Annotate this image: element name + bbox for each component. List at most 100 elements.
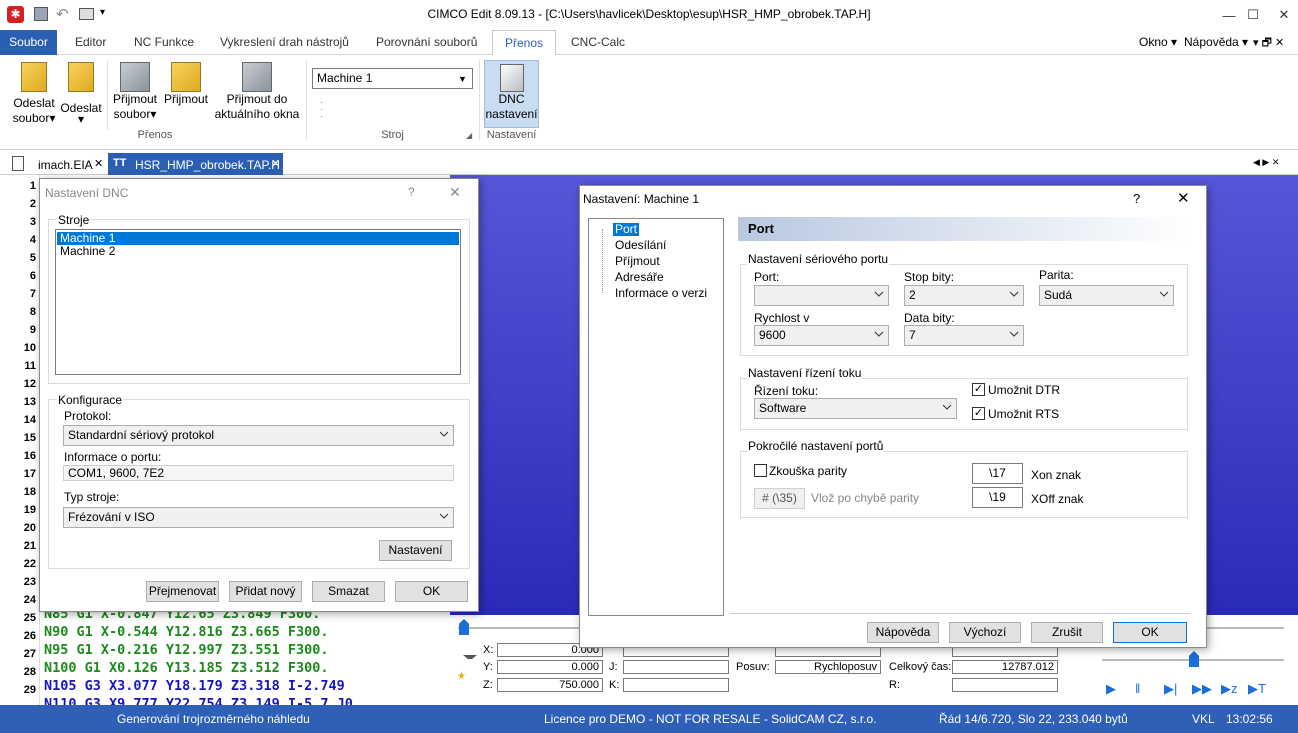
- line-number: 21: [23, 540, 36, 552]
- machine-settings-button[interactable]: Nastavení: [379, 540, 452, 561]
- help-dialog-button[interactable]: Nápověda: [867, 622, 939, 643]
- step-z-icon[interactable]: ▶z: [1221, 681, 1238, 697]
- step-tool-icon[interactable]: ▶T: [1248, 681, 1266, 697]
- tree-item-directories[interactable]: Adresáře: [615, 270, 664, 284]
- list-item-machine-1[interactable]: Machine 1: [57, 232, 459, 245]
- stop-bits-select[interactable]: 2: [904, 285, 1024, 306]
- tab-compare[interactable]: Porovnání souborů: [364, 30, 489, 55]
- machine-type-select[interactable]: Frézování v ISO: [63, 507, 454, 528]
- cancel-button[interactable]: Zrušit: [1031, 622, 1103, 643]
- tree-item-sending[interactable]: Odesílání: [615, 238, 666, 252]
- defaults-button[interactable]: Výchozí: [949, 622, 1021, 643]
- close-button[interactable]: ✕: [1261, 0, 1298, 30]
- add-new-button[interactable]: Přidat nový: [229, 581, 302, 602]
- parity-char-field[interactable]: # (\35): [754, 488, 805, 509]
- step-icon[interactable]: ▶|: [1164, 681, 1177, 697]
- data-bits-select[interactable]: 7: [904, 325, 1024, 346]
- line-number: 28: [23, 666, 36, 678]
- speed-select[interactable]: 9600: [754, 325, 889, 346]
- receive-to-window-label-2: aktuálního okna: [214, 107, 300, 121]
- code-line[interactable]: N105 G3 X3.077 Y18.179 Z3.318 I-2.749: [44, 677, 450, 695]
- stop-bits-label: Stop bity:: [904, 270, 955, 284]
- port-info-value: COM1, 9600, 7E2: [68, 466, 165, 480]
- dnc-settings-label-1: DNC: [498, 92, 525, 106]
- receive-file-button[interactable]: Přijmout soubor▾: [110, 60, 160, 130]
- line-number: 3: [29, 216, 36, 228]
- group-settings-label: Nastavení: [486, 129, 537, 141]
- tab-cnc-calc[interactable]: CNC-Calc: [559, 30, 637, 55]
- tree-item-port[interactable]: Port: [613, 223, 640, 236]
- help-button[interactable]: ?: [408, 185, 415, 199]
- protocol-select[interactable]: Standardní sériový protokol: [63, 425, 454, 446]
- tab-nc-functions[interactable]: NC Funkce: [122, 30, 206, 55]
- send-file-label-2-text: soubor: [12, 111, 50, 125]
- speed-slider-thumb-icon[interactable]: [1189, 651, 1199, 667]
- code-line[interactable]: N100 G1 X0.126 Y13.185 Z3.512 F300.: [44, 659, 450, 677]
- ok-button[interactable]: OK: [1113, 622, 1187, 643]
- help-button[interactable]: ?: [1133, 191, 1140, 206]
- line-number: 17: [23, 468, 36, 480]
- doc-tab-hsr[interactable]: TT HSR_HMP_obrobek.TAP.H ✕: [108, 153, 283, 175]
- machine-select-value: Machine 1: [317, 71, 373, 85]
- rename-button[interactable]: Přejmenovat: [146, 581, 219, 602]
- close-button[interactable]: ✕: [449, 184, 461, 201]
- tab-editor[interactable]: Editor: [63, 30, 118, 55]
- send-button[interactable]: Odeslat ▾: [60, 60, 102, 130]
- drag-handle-icon[interactable]: · · ·: [320, 98, 323, 122]
- port-select[interactable]: [754, 285, 889, 306]
- parity-value: Sudá: [1044, 288, 1073, 302]
- tab-backplot[interactable]: Vykreslení drah nástrojů: [208, 30, 361, 55]
- line-number: 6: [29, 270, 36, 282]
- dnc-settings-button[interactable]: DNC nastavení: [484, 60, 539, 128]
- chevron-down-icon: [1159, 291, 1169, 297]
- ok-button[interactable]: OK: [395, 581, 468, 602]
- parity-test-checkbox[interactable]: [754, 464, 767, 477]
- slider-thumb-icon[interactable]: [459, 619, 469, 635]
- pause-icon[interactable]: ‖: [1135, 681, 1140, 696]
- close-icon[interactable]: ✕: [271, 157, 280, 170]
- machine-select[interactable]: Machine 1 ▼: [312, 68, 473, 89]
- protocol-select-value: Standardní sériový protokol: [68, 428, 215, 442]
- dnc-settings-icon: [499, 64, 524, 92]
- xon-field[interactable]: \17: [972, 463, 1023, 484]
- code-line[interactable]: N90 G1 X-0.544 Y12.816 Z3.665 F300.: [44, 623, 450, 641]
- send-file-button[interactable]: Odeslat soubor▾: [8, 60, 60, 130]
- tree-item-receiving[interactable]: Příjmout: [615, 254, 660, 268]
- line-number: 23: [23, 576, 36, 588]
- tab-transfer[interactable]: Přenos: [492, 30, 557, 56]
- line-number: 4: [29, 234, 36, 246]
- menu-window[interactable]: Okno ▾: [1139, 35, 1177, 49]
- parity-select[interactable]: Sudá: [1039, 285, 1174, 306]
- tree-item-version-info[interactable]: Informace o verzi: [615, 286, 707, 300]
- ribbon-separator: [479, 60, 480, 140]
- receive-to-window-icon: [242, 62, 272, 92]
- menu-help[interactable]: Nápověda ▾: [1184, 35, 1248, 49]
- step-next-icon[interactable]: ▶▶: [1192, 681, 1212, 697]
- flow-control-select[interactable]: Software: [754, 398, 957, 419]
- receive-label: Přijmout: [163, 92, 208, 106]
- close-icon[interactable]: ✕: [94, 157, 103, 170]
- flow-control-value: Software: [759, 401, 807, 415]
- receive-button[interactable]: Přijmout: [161, 60, 211, 130]
- menu-help-label: Nápověda: [1184, 35, 1239, 49]
- receive-to-window-button[interactable]: Přijmout do aktuálního okna: [212, 60, 302, 130]
- doc-tab-imach[interactable]: imach.EIA ✕: [8, 153, 106, 175]
- tab-file[interactable]: Soubor: [0, 30, 57, 55]
- xon-value: \17: [989, 466, 1006, 480]
- group-machine-launcher-icon[interactable]: ◢: [466, 131, 472, 140]
- code-line[interactable]: N110 G3 X9.777 Y22.754 Z3.149 I-5.7 J0: [44, 695, 450, 705]
- rts-checkbox[interactable]: ✓: [972, 407, 985, 420]
- insert-mode: VKL: [1192, 712, 1215, 726]
- settings-tree[interactable]: Port Odesílání Příjmout Adresáře Informa…: [588, 218, 724, 616]
- code-area[interactable]: N85 G1 X-0.847 Y12.65 Z3.849 F300. N90 G1…: [44, 605, 450, 705]
- close-button[interactable]: ✕: [1177, 189, 1190, 207]
- mdi-controls-icon[interactable]: ▾ 🗗 ✕: [1253, 34, 1284, 53]
- play-icon[interactable]: ▶: [1106, 681, 1116, 697]
- list-item-machine-2[interactable]: Machine 2: [57, 245, 459, 258]
- xoff-field[interactable]: \19: [972, 487, 1023, 508]
- tab-scroll-icon[interactable]: ◀ ▶ ✕: [1253, 157, 1279, 168]
- delete-button[interactable]: Smazat: [312, 581, 385, 602]
- machines-list[interactable]: Machine 1 Machine 2: [55, 229, 461, 375]
- code-line[interactable]: N95 G1 X-0.216 Y12.997 Z3.551 F300.: [44, 641, 450, 659]
- dtr-checkbox[interactable]: ✓: [972, 383, 985, 396]
